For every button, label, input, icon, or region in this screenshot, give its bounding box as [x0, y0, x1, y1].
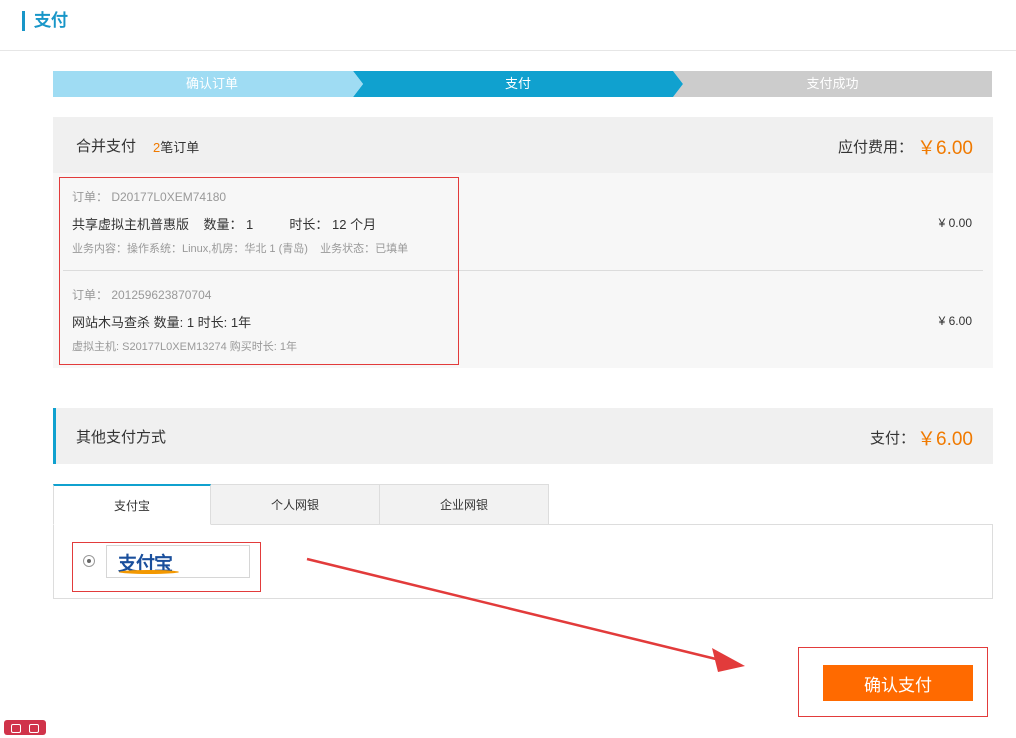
pay-amount-value: ￥6.00 [917, 429, 973, 450]
orders-highlight-box [59, 177, 459, 365]
merge-payment-title: 合并支付 [76, 138, 137, 155]
amount-due-label: 应付费用： [837, 139, 913, 156]
page-header: 支付 [0, 0, 1016, 51]
other-payment-header: 其他支付方式 支付： ￥6.00 [53, 408, 993, 464]
other-payment-title: 其他支付方式 [76, 429, 167, 446]
merge-payment-header: 合并支付 2笔订单 应付费用： ￥6.00 [53, 117, 993, 173]
alipay-highlight-box [72, 542, 261, 592]
annotation-arrow [306, 557, 745, 672]
step-label: 支付成功 [806, 76, 859, 91]
order-count: 2笔订单 [153, 137, 199, 156]
progress-steps: 支付成功 支付 确认订单 [53, 71, 992, 97]
step-payment: 支付 [353, 71, 683, 97]
tab-alipay[interactable]: 支付宝 [53, 484, 211, 525]
step-payment-success: 支付成功 [673, 71, 992, 97]
tab-personal-bank[interactable]: 个人网银 [210, 484, 380, 525]
page-title: 支付 [22, 11, 68, 31]
step-label: 支付 [504, 76, 531, 91]
amount-due-value: ￥6.00 [917, 138, 973, 159]
payment-method-tabs: 支付宝 个人网银 企业网银 [53, 484, 549, 525]
step-confirm-order: 确认订单 [53, 71, 363, 97]
confirm-payment-button[interactable]: 确认支付 [823, 665, 973, 701]
pay-amount-label: 支付： [869, 430, 915, 447]
order-price: ¥ 6.00 [938, 314, 972, 328]
step-label: 确认订单 [185, 76, 238, 91]
order-price: ¥ 0.00 [938, 216, 972, 230]
tab-business-bank[interactable]: 企业网银 [379, 484, 549, 525]
order-count-suffix: 笔订单 [160, 140, 200, 155]
watermark-seal-icon [4, 720, 46, 735]
